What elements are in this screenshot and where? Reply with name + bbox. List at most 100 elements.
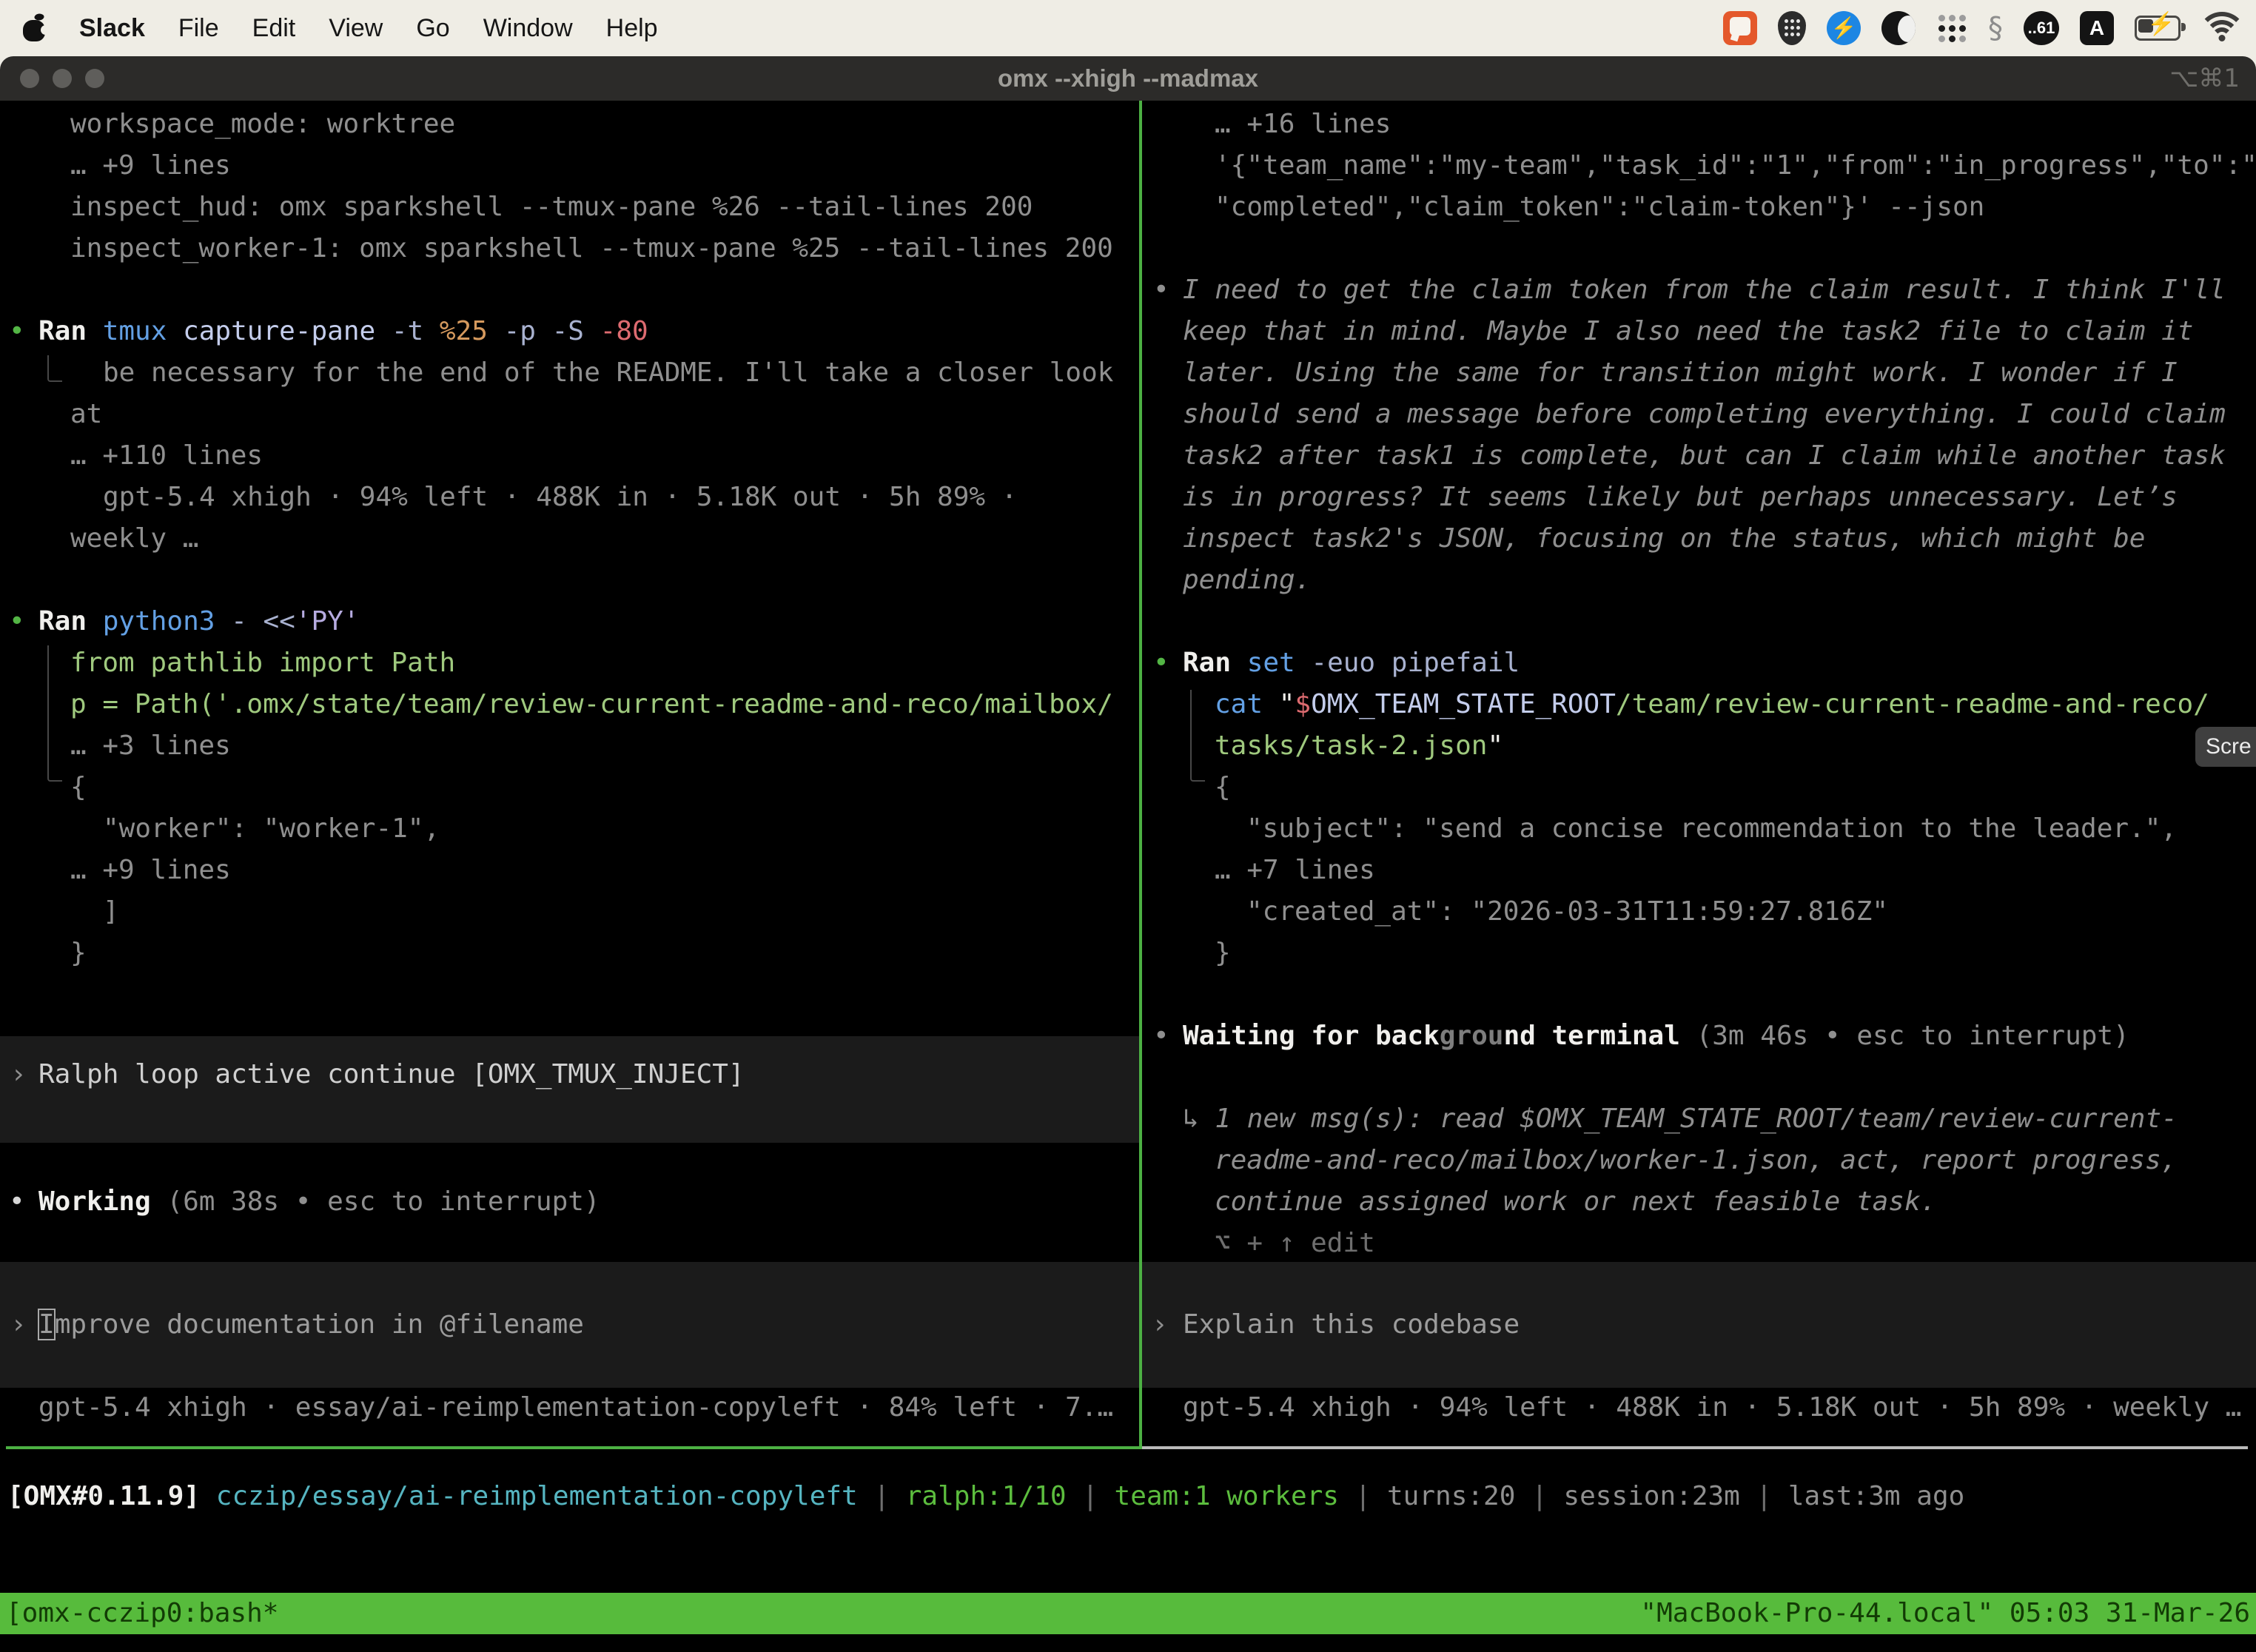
omx-session: session:23m [1563, 1481, 1739, 1511]
chat-app-icon[interactable] [1723, 11, 1757, 45]
output-line: ] [103, 891, 119, 933]
thinking-line: should send a message before completing … [1183, 394, 2226, 435]
menu-edit[interactable]: Edit [252, 14, 296, 43]
thinking-line: keep that in mind. Maybe I also need the… [1183, 311, 2193, 352]
prompt-input-right[interactable]: › Explain this codebase [1142, 1262, 2256, 1388]
cat-command-line: cat "$OMX_TEAM_STATE_ROOT/team/review-cu… [1215, 684, 2209, 725]
thinking-line: later. Using the same for transition mig… [1183, 352, 2178, 394]
inactive-pane-border [1142, 1446, 2248, 1449]
output-line: } [70, 933, 87, 974]
code-block-guide [1190, 690, 1205, 782]
thinking-line: inspect task2's JSON, focusing on the st… [1183, 518, 2145, 560]
output-line: "subject": "send a concise recommendatio… [1246, 808, 2177, 850]
ran-python-command: Ran python3 - <<'PY' [38, 601, 360, 642]
input-prompt: › [1152, 1304, 1168, 1346]
tmux-session-name: [omx-cczip0:bash* [6, 1593, 278, 1634]
output-line: { [1215, 767, 1231, 808]
inject-banner: › Ralph loop active continue [OMX_TMUX_I… [0, 1036, 1139, 1143]
terminal: workspace_mode: worktree … +9 lines insp… [0, 101, 2256, 1593]
screen-tooltip: Scre [2195, 727, 2256, 767]
input-placeholder: Explain this codebase [1183, 1304, 1520, 1346]
tmux-status-bar: [omx-cczip0:bash* "MacBook-Pro-44.local"… [0, 1593, 2256, 1634]
banner-text: Ralph loop active continue [OMX_TMUX_INJ… [38, 1054, 745, 1095]
window-titlebar-strip: omx --xhigh --madmax ⌥⌘1 [0, 56, 2256, 101]
omx-team: team:1 workers [1115, 1481, 1339, 1511]
omx-version: [OMX#0.11.9] [7, 1481, 216, 1511]
text-cursor: I [38, 1309, 55, 1340]
tmux-host-clock: "MacBook-Pro-44.local" 05:03 31-Mar-26 [1640, 1593, 2250, 1634]
edit-hint: ⌥ + ↑ edit [1215, 1223, 1375, 1264]
output-line: "completed","claim_token":"claim-token"}… [1215, 187, 1984, 228]
omx-turns: turns:20 [1387, 1481, 1515, 1511]
output-line: at [70, 394, 102, 435]
bolt-glyph: ⚡ [1831, 16, 1857, 39]
percent-badge-icon[interactable]: ..61 [2024, 11, 2059, 45]
pane-divider[interactable] [1139, 101, 1142, 1449]
thinking-line: pending. [1183, 560, 1311, 601]
screen: Slack File Edit View Go Window Help ⚡ § … [0, 0, 2256, 1652]
menu-bar-status-icons: ⚡ § ..61 A ⚡ [1723, 11, 2256, 45]
thinking-line: is in progress? It seems likely but perh… [1183, 477, 2178, 518]
output-line: "worker": "worker-1", [103, 808, 440, 850]
ran-tmux-command: Ran tmux capture-pane -t %25 -p -S -80 [38, 311, 648, 352]
collapsed-lines-note: … +16 lines [1215, 104, 1391, 145]
code-block-guide [47, 645, 62, 782]
thinking-line: task2 after task1 is complete, but can I… [1183, 435, 2226, 477]
input-placeholder: Improve documentation in @filename [38, 1304, 584, 1346]
thinking-line: I need to get the claim token from the c… [1183, 269, 2226, 311]
menu-app-name[interactable]: Slack [79, 14, 145, 43]
crescent-disk-icon[interactable] [1881, 11, 1916, 45]
messenger-icon[interactable]: ⚡ [1827, 11, 1861, 45]
prompt-input-left[interactable]: › Improve documentation in @filename [0, 1262, 1139, 1388]
wifi-icon[interactable] [2201, 12, 2243, 44]
output-line: "created_at": "2026-03-31T11:59:27.816Z" [1246, 891, 1888, 933]
omx-repo: cczip/essay/ai-reimplementation-copyleft [216, 1481, 858, 1511]
waiting-bullet: • [1153, 1015, 1169, 1057]
output-line: { [70, 767, 87, 808]
menu-view[interactable]: View [329, 14, 383, 43]
shield-icon[interactable] [1778, 11, 1806, 45]
working-bullet: • [9, 1181, 25, 1223]
apple-menu-icon[interactable] [22, 13, 46, 43]
mailbox-note-line: readme-and-reco/mailbox/worker-1.json, a… [1215, 1140, 2177, 1181]
working-status: Working (6m 38s • esc to interrupt) [38, 1181, 600, 1223]
output-line: '{"team_name":"my-team","task_id":"1","f… [1215, 145, 2256, 187]
output-line: inspect_hud: omx sparkshell --tmux-pane … [70, 187, 1033, 228]
menu-help[interactable]: Help [606, 14, 658, 43]
ran-bullet: • [9, 311, 25, 352]
output-line: } [1215, 933, 1231, 974]
code-line: from pathlib import Path [70, 642, 455, 684]
window-shortcut-hint: ⌥⌘1 [2169, 56, 2240, 101]
output-line: weekly … [70, 518, 198, 560]
output-line: workspace_mode: worktree [70, 104, 455, 145]
input-prompt: › [10, 1304, 27, 1346]
mailbox-note-line: ↳ 1 new msg(s): read $OMX_TEAM_STATE_ROO… [1183, 1098, 2178, 1140]
output-line: be necessary for the end of the README. … [103, 352, 1113, 394]
s-curve-icon[interactable]: § [1988, 11, 2003, 45]
menu-bar: Slack File Edit View Go Window Help ⚡ § … [0, 0, 2256, 56]
omx-status-line: [OMX#0.11.9] cczip/essay/ai-reimplementa… [7, 1476, 1964, 1517]
ran-set-command: Ran set -euo pipefail [1183, 642, 1520, 684]
output-corner-guide [47, 355, 62, 382]
omx-ralph: ralph:1/10 [906, 1481, 1067, 1511]
menu-bar-left: Slack File Edit View Go Window Help [0, 13, 658, 43]
menu-window[interactable]: Window [483, 14, 573, 43]
waiting-status: Waiting for background terminal (3m 46s … [1183, 1015, 2129, 1057]
input-source-icon[interactable]: A [2080, 11, 2114, 45]
collapsed-lines-note: … +9 lines [70, 850, 231, 891]
mailbox-note-line: continue assigned work or next feasible … [1215, 1181, 1936, 1223]
menu-file[interactable]: File [178, 14, 219, 43]
dots-grid-icon[interactable] [1936, 13, 1967, 44]
code-line: p = Path('.omx/state/team/review-current… [70, 684, 1113, 725]
output-line: gpt-5.4 xhigh · 94% left · 488K in · 5.1… [103, 477, 1017, 518]
model-status-right: gpt-5.4 xhigh · 94% left · 488K in · 5.1… [1183, 1387, 2241, 1428]
collapsed-lines-note: … +7 lines [1215, 850, 1375, 891]
active-pane-border [6, 1446, 1139, 1449]
battery-icon[interactable]: ⚡ [2135, 16, 2181, 41]
model-status-left: gpt-5.4 xhigh · essay/ai-reimplementatio… [38, 1387, 1113, 1428]
window-titlebar[interactable]: omx --xhigh --madmax ⌥⌘1 [0, 56, 2256, 101]
banner-prompt: › [10, 1054, 27, 1095]
cat-command-line: tasks/task-2.json" [1215, 725, 1503, 767]
menu-go[interactable]: Go [416, 14, 449, 43]
output-line: inspect_worker-1: omx sparkshell --tmux-… [70, 228, 1113, 269]
